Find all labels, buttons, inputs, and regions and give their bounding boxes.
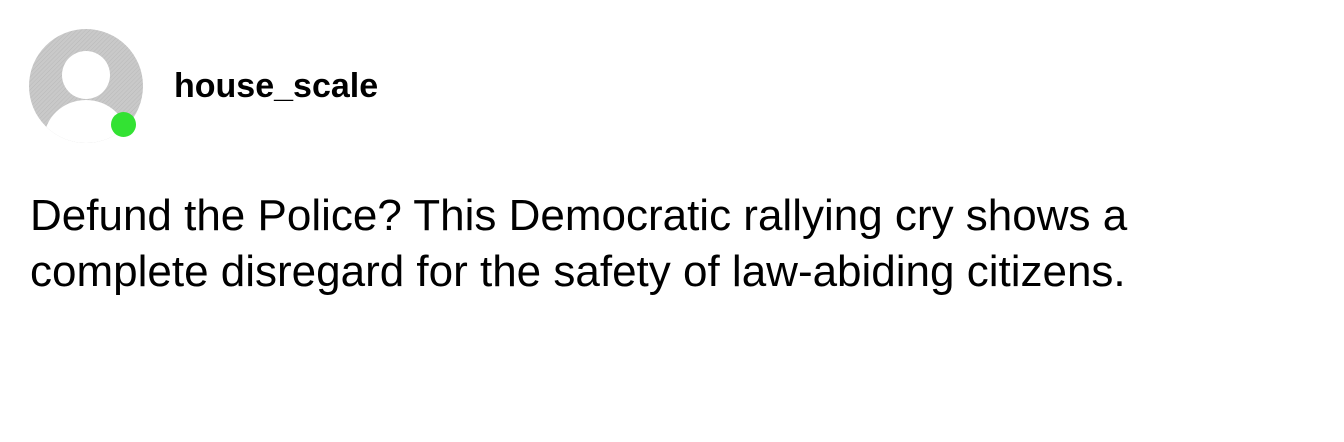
username[interactable]: house_scale <box>174 66 378 106</box>
online-status-icon <box>111 112 136 137</box>
post-header: house_scale <box>28 28 828 144</box>
post-text: Defund the Police? This Democratic rally… <box>30 191 1128 296</box>
post-card: house_scale Defund the Police? This Demo… <box>0 0 1344 442</box>
avatar[interactable] <box>28 28 144 144</box>
